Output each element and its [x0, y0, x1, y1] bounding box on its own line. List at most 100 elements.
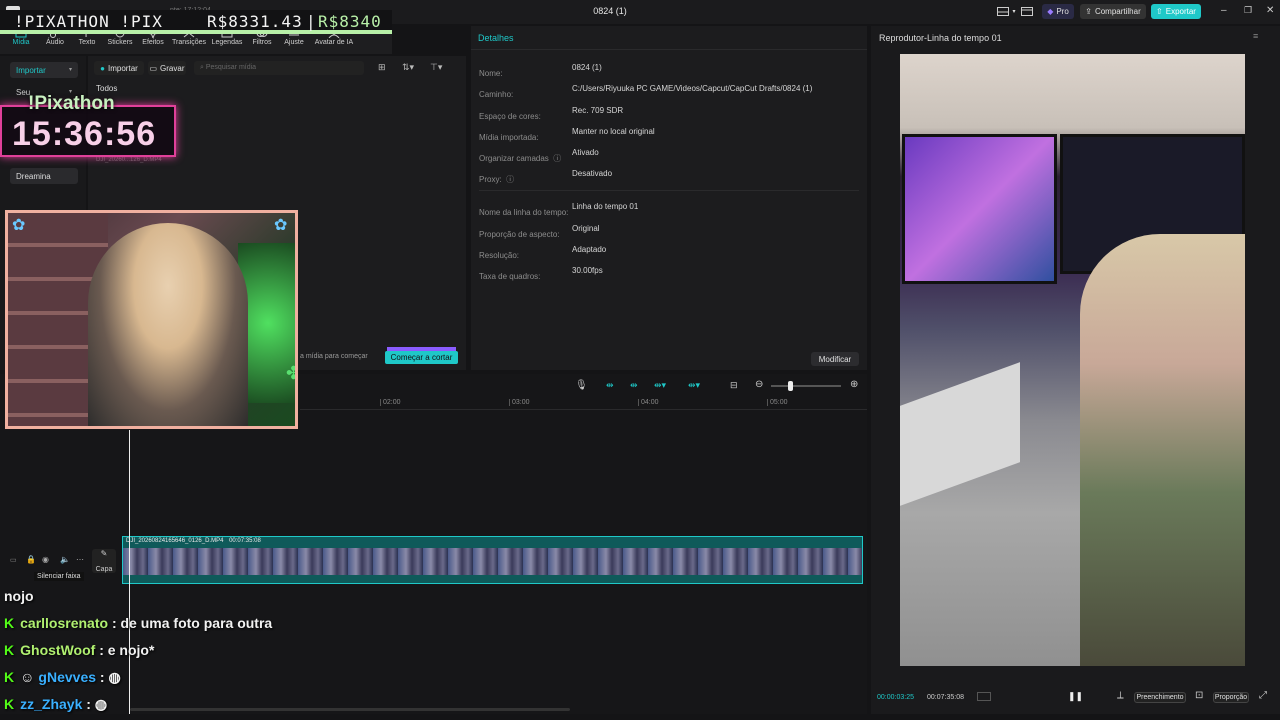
preview-person: [1080, 234, 1245, 666]
detail-value: Rec. 709 SDR: [572, 106, 624, 115]
eye-icon[interactable]: ◉: [42, 555, 49, 564]
export-icon: ⇧: [1156, 7, 1163, 16]
tool-label: Legendas: [211, 39, 243, 46]
fit-icon[interactable]: ⊟: [730, 380, 738, 391]
current-time: 00:00:03:25: [877, 694, 914, 701]
ruler-label: 05:00: [767, 399, 788, 406]
track-cover-icon[interactable]: ▭: [10, 556, 17, 564]
chat-text: :: [86, 696, 91, 712]
chat-user: GhostWoof: [20, 642, 96, 658]
chat-text: : e nojo*: [99, 642, 155, 658]
zoom-slider[interactable]: [771, 381, 841, 391]
track-header: ▭ 🔒 ◉ 🔈 ⋯: [6, 554, 88, 568]
more-icon[interactable]: ⋯: [76, 555, 84, 564]
ratio-button[interactable]: Proporção: [1213, 692, 1249, 703]
tool-label: Filtros: [252, 39, 272, 46]
crop-icon[interactable]: ⟂: [1117, 690, 1124, 701]
zoom-in-icon[interactable]: ⊕: [850, 379, 858, 390]
fullscreen-icon[interactable]: ⤢: [1259, 690, 1267, 701]
search-input[interactable]: ⌕ Pesquisar mídia: [194, 61, 364, 75]
clock-title: !Pixathon: [28, 93, 115, 114]
magnet-icon[interactable]: ⇹: [630, 380, 638, 391]
zoom-out-icon[interactable]: ⊖: [755, 379, 763, 390]
timeline-toggle-icon[interactable]: [977, 692, 991, 701]
microphone-icon[interactable]: 🎙: [575, 380, 588, 391]
screenshot-icon[interactable]: ⊡: [1195, 690, 1203, 701]
snap-icon[interactable]: ⇹▾: [654, 380, 666, 391]
detail-label: Caminho:: [479, 90, 514, 99]
detail-value: Manter no local original: [572, 127, 655, 136]
menu-icon[interactable]: ≡: [1253, 31, 1258, 41]
media-file-name: DJI_20260...126_D.MP4: [96, 157, 162, 163]
detail-label: Proporção de aspecto:: [479, 230, 560, 239]
shortcuts-icon[interactable]: [1024, 4, 1034, 19]
chat-user: gNevves: [38, 669, 97, 685]
detail-label: Organizar camadas: [479, 154, 549, 163]
link-icon[interactable]: ⇹: [606, 380, 614, 391]
video-clip[interactable]: DJI_20260824165646_0126_D.MP4 00:07:35:0…: [122, 536, 863, 584]
zoom-slider-handle[interactable]: [788, 381, 793, 391]
grid-view-icon[interactable]: ⊞: [378, 62, 386, 73]
timeline-ruler: 02:00 03:00 04:00 05:00: [300, 398, 867, 410]
mute-icon[interactable]: 🔈: [60, 555, 70, 564]
start-cut-button[interactable]: Começar a cortar: [385, 351, 458, 364]
ruler-label: 04:00: [638, 399, 659, 406]
clip-duration: 00:07:35:08: [229, 538, 261, 544]
sidebar-item-dreamina[interactable]: Dreamina: [10, 168, 78, 184]
ruler-label: 02:00: [380, 399, 401, 406]
chat-message: Kcarllosrenato : de uma foto para outra: [4, 615, 272, 631]
detail-value: 0824 (1): [572, 63, 602, 72]
preview-axis-icon[interactable]: ⇹▾: [688, 380, 700, 391]
video-preview[interactable]: [900, 54, 1245, 666]
kick-icon: K: [4, 615, 15, 631]
detail-value: Desativado: [572, 169, 613, 178]
pencil-icon: ✎: [100, 549, 108, 558]
tab-all[interactable]: Todos: [96, 84, 117, 93]
sort-icon[interactable]: ⇅▾: [402, 62, 414, 73]
amount-goal: R$8340: [318, 12, 382, 31]
camera-icon: ▭: [149, 63, 158, 73]
amount-current: R$8331.43: [207, 12, 303, 31]
layout-icon[interactable]: [996, 4, 1010, 19]
share-icon: ⇪: [1085, 7, 1092, 16]
record-button[interactable]: ▭ Gravar: [148, 61, 186, 75]
detail-value: Adaptado: [572, 245, 607, 254]
pause-icon[interactable]: ❚❚: [1068, 691, 1083, 702]
detail-value: Original: [572, 224, 600, 233]
maximize-icon[interactable]: ❐: [1244, 5, 1252, 16]
chat-message: K ☺ gNevves : ◍: [4, 669, 121, 686]
mute-tooltip: Silenciar faixa: [34, 572, 84, 581]
tool-label: Ajuste: [284, 39, 304, 46]
detail-value: 30.00fps: [572, 266, 603, 275]
info-icon[interactable]: ⓘ: [506, 175, 514, 184]
fill-button[interactable]: Preenchimento: [1134, 692, 1186, 703]
emoji-icon: ☺: [20, 669, 35, 685]
kick-icon: K: [4, 642, 15, 658]
webcam-person: [88, 223, 248, 426]
clock-time: 15:36:56: [12, 115, 157, 153]
lock-icon[interactable]: 🔒: [26, 555, 36, 564]
detail-value: Linha do tempo 01: [572, 202, 639, 211]
pro-badge[interactable]: ◆ Pro: [1042, 4, 1074, 19]
export-label: Exportar: [1165, 7, 1196, 16]
export-button[interactable]: ⇧ Exportar: [1151, 4, 1201, 19]
preview-monitor: [902, 134, 1057, 284]
filter-icon[interactable]: ⊤▾: [430, 62, 442, 73]
pro-label: Pro: [1056, 7, 1069, 16]
import-button[interactable]: ● Importar: [94, 61, 144, 75]
chat-partial: nojo: [4, 588, 34, 604]
import-select[interactable]: Importar ▾: [10, 62, 78, 78]
detail-value: Ativado: [572, 148, 599, 157]
kick-icon: K: [4, 696, 15, 712]
tool-label: Stickers: [107, 39, 133, 46]
details-row: Proporção de aspecto: Original: [479, 224, 859, 242]
minimize-icon[interactable]: –: [1221, 5, 1227, 16]
details-row: Caminho: C:/Users/Riyuuka PC GAME/Videos…: [479, 84, 859, 102]
clip-thumbnails: [123, 548, 862, 575]
cover-button[interactable]: ✎ Capa: [92, 549, 116, 573]
info-icon[interactable]: ⓘ: [553, 154, 561, 163]
chevron-down-icon[interactable]: ▾: [1011, 4, 1017, 19]
modify-button[interactable]: Modificar: [811, 352, 859, 366]
share-button[interactable]: ⇪ Compartilhar: [1080, 4, 1146, 19]
close-icon[interactable]: ✕: [1266, 5, 1274, 16]
